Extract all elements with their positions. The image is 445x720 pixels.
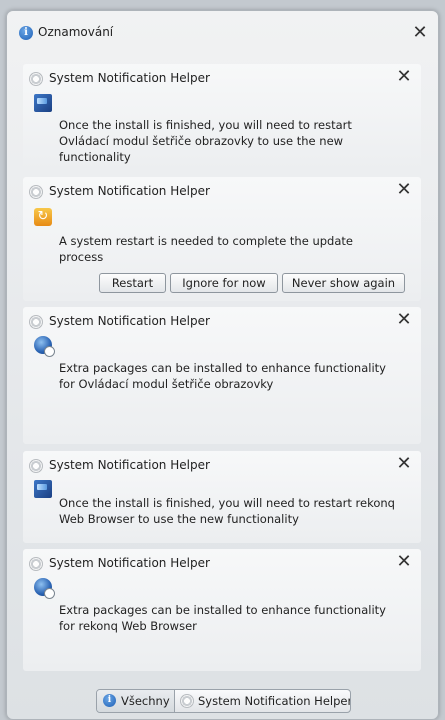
close-notification-button[interactable]: ✕ [395, 553, 413, 571]
notification-message: A system restart is needed to complete t… [59, 234, 353, 264]
notification-item: System Notification Helper ✕ Extra packa… [23, 307, 421, 444]
notification-app-name: System Notification Helper [49, 314, 210, 328]
gear-icon [29, 459, 43, 473]
notification-actions: Restart Ignore for now Never show again [23, 273, 421, 293]
notification-item: System Notification Helper ✕ Once the in… [23, 451, 421, 543]
gear-icon [180, 694, 194, 708]
close-notification-button[interactable]: ✕ [395, 311, 413, 329]
monitor-icon [34, 94, 52, 112]
notification-message: Extra packages can be installed to enhan… [59, 603, 386, 633]
close-notification-button[interactable]: ✕ [395, 181, 413, 199]
info-icon: i [103, 694, 116, 707]
notification-item: System Notification Helper ✕ Once the in… [23, 64, 421, 172]
notification-app-name: System Notification Helper [49, 458, 210, 472]
gear-icon [29, 315, 43, 329]
restart-icon: ↻ [34, 208, 52, 226]
gear-icon [29, 72, 43, 86]
close-notification-button[interactable]: ✕ [395, 455, 413, 473]
notifications-window: i Oznamování ✕ System Notification Helpe… [6, 10, 439, 720]
never-show-again-button[interactable]: Never show again [282, 273, 405, 293]
close-notification-button[interactable]: ✕ [395, 68, 413, 86]
filter-all-label: Všechny [121, 694, 170, 708]
notification-message: Extra packages can be installed to enhan… [59, 361, 386, 391]
globe-icon [34, 336, 55, 357]
notification-item: System Notification Helper ✕ ↻ A system … [23, 177, 421, 301]
gear-icon [29, 185, 43, 199]
monitor-icon [34, 480, 52, 498]
gear-icon [29, 557, 43, 571]
notification-app-name: System Notification Helper [49, 71, 210, 85]
notification-message: Once the install is finished, you will n… [59, 496, 395, 526]
notification-app-name: System Notification Helper [49, 556, 210, 570]
filter-bar: i Všechny System Notification Helper [96, 689, 351, 713]
close-window-button[interactable]: ✕ [411, 24, 429, 42]
notification-message: Once the install is finished, you will n… [59, 118, 352, 164]
notification-item: System Notification Helper ✕ Extra packa… [23, 549, 421, 671]
titlebar: i Oznamování ✕ [7, 11, 438, 51]
globe-icon [34, 578, 55, 599]
window-title: Oznamování [38, 25, 114, 39]
filter-helper-button[interactable]: System Notification Helper [175, 690, 350, 712]
info-icon: i [19, 26, 33, 40]
ignore-for-now-button[interactable]: Ignore for now [170, 273, 278, 293]
filter-all-button[interactable]: i Všechny [97, 690, 175, 712]
filter-helper-label: System Notification Helper [198, 694, 351, 708]
restart-button[interactable]: Restart [99, 273, 166, 293]
notification-app-name: System Notification Helper [49, 184, 210, 198]
